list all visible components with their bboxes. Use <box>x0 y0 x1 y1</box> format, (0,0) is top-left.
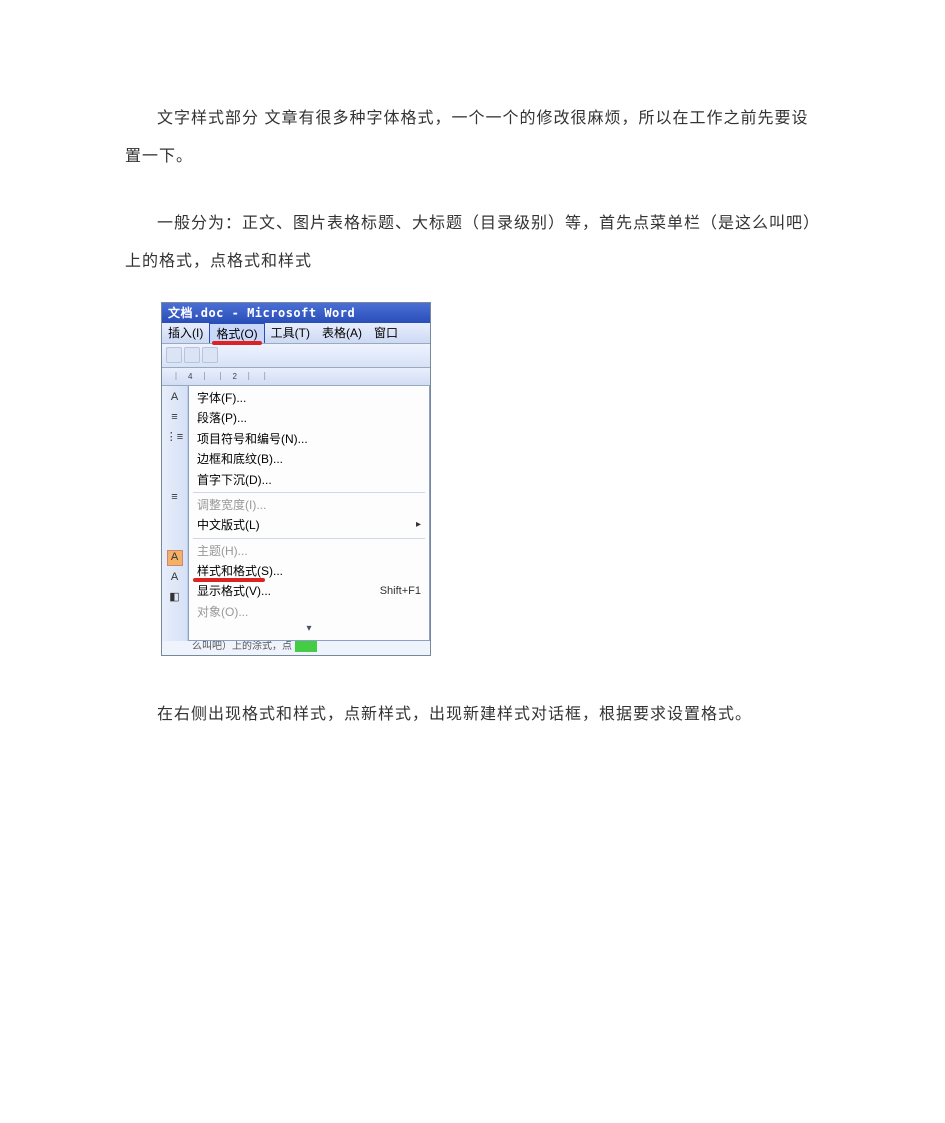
menu-item-theme[interactable]: 主题(H)... <box>189 541 429 561</box>
dropdown-icon-column: A ≡ ⋮≡ ≡ A A ◧ <box>162 386 188 641</box>
word-screenshot: 文档.doc - Microsoft Word 插入(I) 格式(O) 工具(T… <box>161 302 431 657</box>
toolbar-icon[interactable] <box>184 347 200 363</box>
shortcut-label: Shift+F1 <box>380 585 421 598</box>
footer-scrap-text: 么叫吧）上的涂式，点 <box>192 641 292 652</box>
dropdown-area: A ≡ ⋮≡ ≡ A A ◧ 字体(F)... 段落(P)... 项目符号和编号… <box>162 386 430 641</box>
menu-insert[interactable]: 插入(I) <box>162 323 209 343</box>
menu-item-paragraph[interactable]: 段落(P)... <box>189 408 429 428</box>
clipped-footer: 么叫吧）上的涂式，点 <box>162 641 430 655</box>
paragraph-2: 一般分为：正文、图片表格标题、大标题（目录级别）等，首先点菜单栏（是这么叫吧）上… <box>125 205 820 282</box>
width-icon: ≡ <box>167 490 183 506</box>
menu-separator <box>193 538 425 539</box>
menu-tools[interactable]: 工具(T) <box>265 323 316 343</box>
menu-item-object[interactable]: 对象(O)... <box>189 602 429 622</box>
menu-item-styles-label: 样式和格式(S)... <box>197 564 283 578</box>
paragraph-1: 文字样式部分 文章有很多种字体格式，一个一个的修改很麻烦，所以在工作之前先要设置… <box>125 100 820 177</box>
green-highlight <box>295 641 317 652</box>
format-dropdown: 字体(F)... 段落(P)... 项目符号和编号(N)... 边框和底纹(B)… <box>188 386 430 641</box>
toolbar-icon[interactable] <box>166 347 182 363</box>
object-icon: ◧ <box>167 590 183 606</box>
menu-item-cjk-layout[interactable]: 中文版式(L) ▸ <box>189 515 429 535</box>
menu-bar: 插入(I) 格式(O) 工具(T) 表格(A) 窗口 <box>162 323 430 344</box>
menu-item-reveal-label: 显示格式(V)... <box>197 584 271 598</box>
menu-format[interactable]: 格式(O) <box>209 323 264 343</box>
paragraph-icon: ≡ <box>167 410 183 426</box>
menu-item-font[interactable]: 字体(F)... <box>189 388 429 408</box>
menu-item-cjk-label: 中文版式(L) <box>197 518 260 532</box>
menu-item-adjust-width[interactable]: 调整宽度(I)... <box>189 495 429 515</box>
spacer-icon <box>167 530 183 546</box>
spacer-icon <box>167 450 183 466</box>
toolbar-icon[interactable] <box>202 347 218 363</box>
menu-format-label: 格式(O) <box>216 327 257 341</box>
annotation-underline-format <box>212 341 261 345</box>
menu-item-reveal-formatting[interactable]: 显示格式(V)... Shift+F1 <box>189 581 429 601</box>
menu-item-borders[interactable]: 边框和底纹(B)... <box>189 449 429 469</box>
paragraph-3: 在右侧出现格式和样式，点新样式，出现新建样式对话框，根据要求设置格式。 <box>125 696 820 734</box>
ruler: ｜4｜｜2｜｜ <box>162 368 430 386</box>
reveal-icon: A <box>167 570 183 586</box>
menu-table[interactable]: 表格(A) <box>316 323 368 343</box>
menu-window[interactable]: 窗口 <box>368 323 404 343</box>
submenu-arrow-icon: ▸ <box>416 519 421 531</box>
menu-item-styles[interactable]: 样式和格式(S)... <box>189 561 429 581</box>
styles-icon: A <box>167 550 183 566</box>
spacer-icon <box>167 510 183 526</box>
spacer-icon <box>167 470 183 486</box>
expand-chevron-icon[interactable]: ▾ <box>189 622 429 638</box>
toolbar-standard <box>162 344 430 368</box>
font-icon: A <box>167 390 183 406</box>
menu-item-bullets[interactable]: 项目符号和编号(N)... <box>189 429 429 449</box>
bullets-icon: ⋮≡ <box>167 430 183 446</box>
window-titlebar: 文档.doc - Microsoft Word <box>162 303 430 323</box>
menu-separator <box>193 492 425 493</box>
menu-item-dropcap[interactable]: 首字下沉(D)... <box>189 470 429 490</box>
